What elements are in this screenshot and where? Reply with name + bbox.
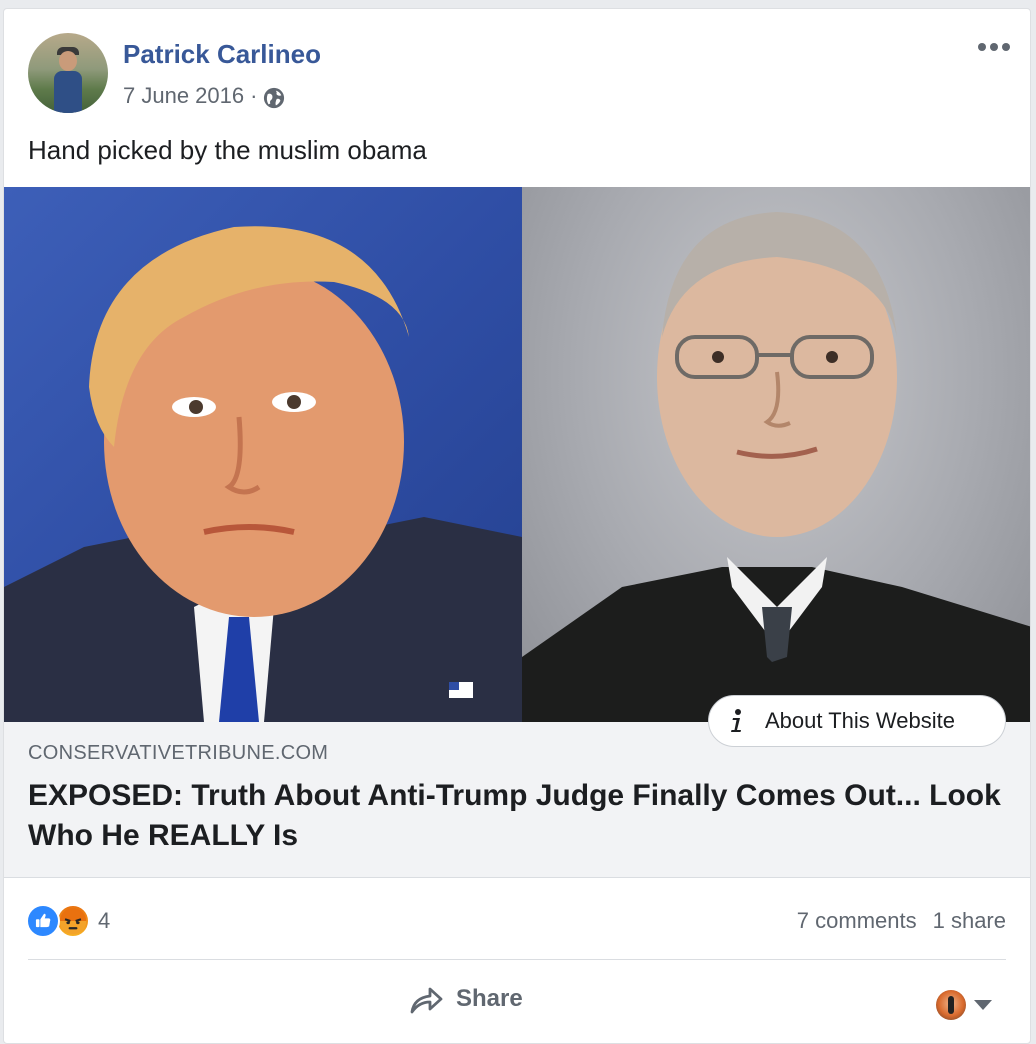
link-preview-image[interactable]: [4, 187, 1030, 722]
post-text: Hand picked by the muslim obama: [28, 135, 427, 165]
about-this-website-label: About This Website: [765, 708, 955, 733]
post-card: Patrick Carlineo 7 June 2016 · Hand pick…: [3, 8, 1031, 1044]
right-portrait-illustration: [522, 212, 1030, 722]
audience-selector[interactable]: [936, 990, 992, 1020]
link-domain: CONSERVATIVETRIBUNE.COM: [28, 742, 329, 764]
about-this-website-button[interactable]: About This Website: [708, 695, 1006, 747]
avatar-body: [54, 71, 82, 113]
like-icon: [26, 904, 60, 938]
share-label: Share: [456, 985, 523, 1012]
image-left-panel: [4, 187, 522, 722]
reactions-summary[interactable]: 4: [26, 904, 110, 938]
share-icon: [410, 987, 443, 1014]
engagement-counts: 7 comments 1 share: [797, 908, 1006, 934]
shares-count[interactable]: 1 share: [933, 908, 1006, 934]
post-header: Patrick Carlineo 7 June 2016 ·: [4, 9, 1030, 119]
left-portrait-illustration: [4, 226, 522, 722]
globe-icon[interactable]: [263, 87, 285, 109]
post-actions: Share: [4, 960, 1030, 1043]
post-date[interactable]: 7 June 2016: [123, 83, 244, 109]
viewer-avatar: [936, 990, 966, 1020]
avatar-head: [59, 51, 77, 71]
link-title[interactable]: EXPOSED: Truth About Anti-Trump Judge Fi…: [28, 776, 1008, 856]
share-button[interactable]: Share: [408, 982, 523, 1016]
image-right-panel: [522, 187, 1030, 722]
chevron-down-icon: [974, 1000, 992, 1010]
post-stats: 4 7 comments 1 share: [4, 878, 1030, 960]
comments-count[interactable]: 7 comments: [797, 908, 917, 934]
meta-separator: ·: [250, 83, 258, 108]
reaction-count: 4: [98, 908, 111, 933]
more-options-icon[interactable]: [976, 37, 1012, 57]
angry-icon: [56, 904, 90, 938]
info-icon: [731, 709, 741, 732]
author-avatar[interactable]: [28, 33, 108, 113]
author-name[interactable]: Patrick Carlineo: [123, 39, 321, 70]
post-meta: 7 June 2016 ·: [123, 83, 285, 109]
